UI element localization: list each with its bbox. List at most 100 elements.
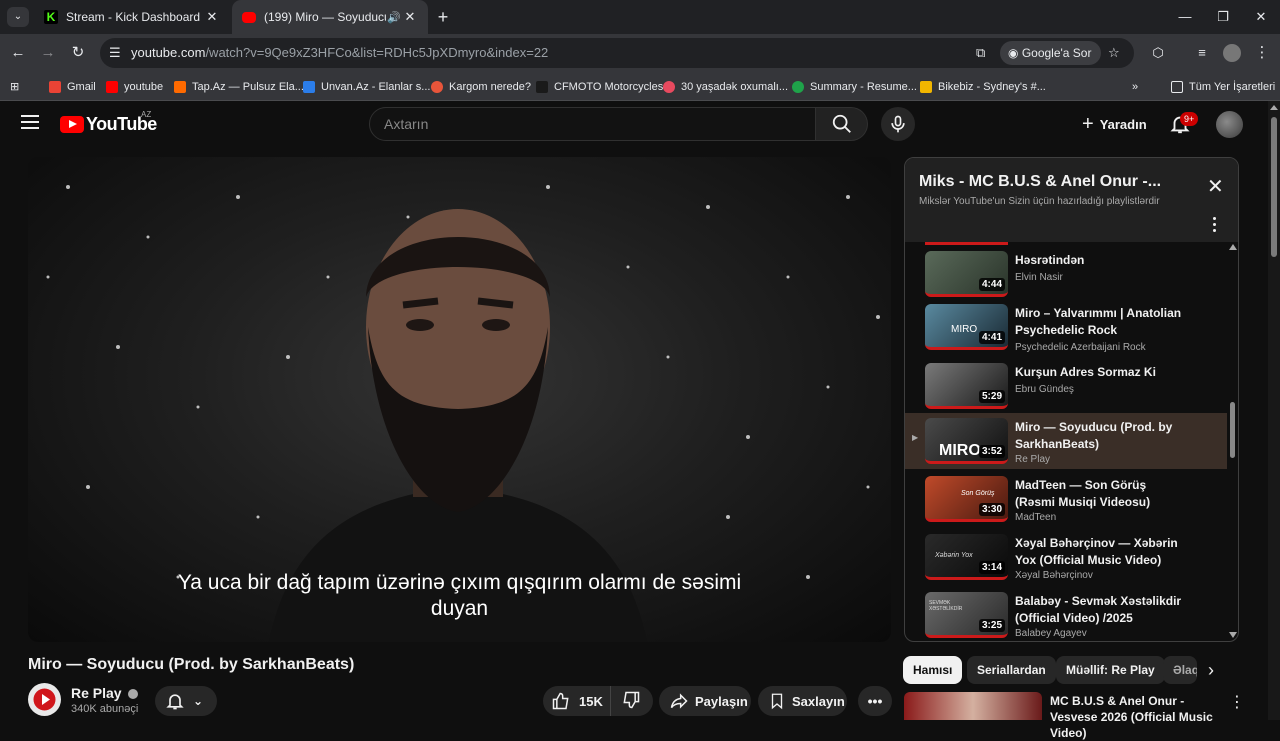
video-thumbnail: 5:29 bbox=[925, 363, 1008, 409]
playlist-item[interactable]: Son Görüş 3:30 MadTeen — Son Görüş (Rəsmi… bbox=[905, 471, 1227, 527]
close-tab-icon[interactable]: ✕ bbox=[402, 9, 418, 25]
search-button[interactable] bbox=[816, 107, 868, 141]
apps-grid-icon[interactable]: ⊞ bbox=[10, 78, 19, 95]
extensions-icon[interactable]: ⬡ bbox=[1146, 41, 1170, 65]
minimize-window-icon[interactable]: — bbox=[1166, 0, 1204, 34]
forward-arrow-icon[interactable]: → bbox=[36, 41, 60, 65]
bookmark-youtube[interactable]: youtube bbox=[106, 78, 163, 95]
chip-author[interactable]: Müəllif: Re Play bbox=[1056, 656, 1165, 684]
reload-icon[interactable]: ↻ bbox=[66, 41, 90, 65]
youtube-logo[interactable]: YouTube AZ bbox=[60, 110, 157, 135]
bookmark-cfmoto[interactable]: CFMOTO Motorcycles bbox=[536, 78, 663, 95]
audio-playing-icon[interactable]: 🔊 bbox=[386, 11, 402, 24]
cast-icon[interactable]: ⧉ bbox=[976, 45, 985, 61]
youtube-masthead: YouTube AZ +Yaradın 9+ bbox=[0, 101, 1268, 151]
browser-tab-youtube[interactable]: (199) Miro — Soyuducu (Pr 🔊 ✕ bbox=[232, 0, 428, 34]
new-tab-button[interactable]: + bbox=[432, 6, 454, 28]
video-thumbnail: Xəbərin Yox 3:14 bbox=[925, 534, 1008, 580]
channel-name[interactable]: Re Play bbox=[71, 685, 139, 701]
subscription-bell-button[interactable]: ⌄ bbox=[155, 686, 217, 716]
bookmark-star-icon[interactable]: ☆ bbox=[1108, 45, 1120, 61]
more-bookmarks-icon[interactable]: » bbox=[1132, 78, 1138, 95]
playlist-item-now-playing[interactable]: ▶ MIRO 3:52 Miro — Soyuducu (Prod. by Sar… bbox=[905, 413, 1227, 469]
channel-avatar[interactable] bbox=[28, 683, 61, 716]
scroll-up-arrow-icon[interactable] bbox=[1270, 105, 1278, 110]
youtube-icon bbox=[106, 80, 118, 93]
playlist-menu-icon[interactable] bbox=[1213, 217, 1217, 235]
all-bookmarks-folder[interactable]: Tüm Yer İşaretleri bbox=[1171, 78, 1275, 95]
replay-logo-icon bbox=[33, 688, 56, 711]
google-lens-button[interactable]: ◉ Google'a Sor bbox=[1000, 41, 1102, 65]
save-button[interactable]: Saxlayın bbox=[758, 686, 847, 716]
bookmark-gmail[interactable]: Gmail bbox=[49, 78, 96, 95]
tab-title: Stream - Kick Dashboard bbox=[66, 10, 201, 24]
back-arrow-icon[interactable]: ← bbox=[6, 41, 30, 65]
playlist-item[interactable]: SEVMƏK XƏSTƏLİKDİR 3:25 Balabəy - Sevmək … bbox=[905, 587, 1227, 641]
chip-related[interactable]: Əlaq bbox=[1163, 656, 1197, 684]
recommendation-menu-icon[interactable]: ⋮ bbox=[1229, 692, 1245, 712]
dislike-button[interactable] bbox=[611, 690, 641, 713]
bookmark-30-yasadek[interactable]: 30 yaşadək oxumalı... bbox=[663, 78, 788, 95]
browser-menu-icon[interactable]: ⋮ bbox=[1250, 41, 1274, 65]
chip-series[interactable]: Seriallardan bbox=[967, 656, 1056, 684]
close-tab-icon[interactable]: ✕ bbox=[204, 9, 220, 25]
scrollbar-thumb[interactable] bbox=[1230, 402, 1235, 458]
page-scrollbar[interactable] bbox=[1268, 101, 1280, 720]
search-icon bbox=[832, 114, 851, 133]
playlist-title[interactable]: Miks - MC B.U.S & Anel Onur -... bbox=[919, 173, 1161, 191]
search-box bbox=[369, 107, 816, 141]
account-avatar[interactable] bbox=[1216, 111, 1243, 138]
share-button[interactable]: Paylaşın bbox=[659, 686, 751, 716]
bikebiz-icon bbox=[920, 80, 932, 93]
video-thumbnail: MIRO 4:41 bbox=[925, 304, 1008, 350]
thumbs-down-icon bbox=[623, 691, 640, 708]
bookmark-summary[interactable]: Summary - Resume... bbox=[792, 78, 917, 95]
hamburger-menu-icon[interactable] bbox=[21, 115, 39, 133]
playlist-scrollbar[interactable] bbox=[1228, 242, 1238, 641]
bookmark-tapaz[interactable]: Tap.Az — Pulsuz Ela... bbox=[174, 78, 304, 95]
chip-all[interactable]: Hamısı bbox=[903, 656, 963, 684]
media-controls-icon[interactable]: ≡ bbox=[1190, 41, 1214, 65]
playlist-item[interactable]: MIRO 4:41 Miro – Yalvarımmı | Anatolian P… bbox=[905, 299, 1227, 355]
scrollbar-thumb[interactable] bbox=[1271, 117, 1277, 257]
video-thumbnail: Son Görüş 3:30 bbox=[925, 476, 1008, 522]
maximize-window-icon[interactable]: ❐ bbox=[1204, 0, 1242, 34]
microphone-icon bbox=[891, 115, 905, 133]
video-player[interactable]: Ya uca bir dağ tapım üzərinə çıxım qışqı… bbox=[28, 157, 891, 642]
playlist-item[interactable]: 4:44 Həsrətindən Elvin Nasir bbox=[905, 246, 1227, 302]
playlist-item[interactable]: 5:29 Kurşun Adres Sormaz Ki Ebru Gündeş bbox=[905, 358, 1227, 414]
more-actions-icon[interactable]: ••• bbox=[858, 686, 892, 716]
subscriber-count: 340K abunəçi bbox=[71, 703, 139, 715]
tab-title: (199) Miro — Soyuducu (Pr bbox=[264, 10, 386, 24]
folder-icon bbox=[1171, 80, 1183, 93]
like-dislike-group: 15K bbox=[543, 686, 653, 716]
browser-tab-kick[interactable]: K Stream - Kick Dashboard ✕ bbox=[34, 0, 230, 34]
bookmark-unvan[interactable]: Unvan.Az - Elanlar s... bbox=[303, 78, 430, 95]
like-button[interactable]: 15K bbox=[543, 686, 611, 716]
video-title: Miro — Soyuducu (Prod. by SarkhanBeats) bbox=[28, 656, 355, 673]
close-window-icon[interactable]: ✕ bbox=[1242, 0, 1280, 34]
bookmark-bikebiz[interactable]: Bikebiz - Sydney's #... bbox=[920, 78, 1046, 95]
close-playlist-icon[interactable]: ✕ bbox=[1207, 177, 1224, 197]
video-thumbnail: 4:44 bbox=[925, 251, 1008, 297]
playlist-item[interactable]: Xəbərin Yox 3:14 Xəyal Bəhərçinov — Xəbər… bbox=[905, 529, 1227, 585]
bell-icon bbox=[166, 694, 184, 710]
site-info-icon[interactable]: ☰ bbox=[109, 45, 121, 61]
scroll-up-arrow-icon[interactable] bbox=[1229, 244, 1237, 250]
recommendation-title[interactable]: MC B.U.S & Anel Onur - Vesvese 2026 (Off… bbox=[1050, 693, 1225, 741]
recommendation-thumbnail[interactable] bbox=[904, 692, 1042, 720]
chips-next-chevron-icon[interactable]: › bbox=[1208, 660, 1214, 681]
profile-avatar[interactable] bbox=[1220, 41, 1244, 65]
address-bar[interactable]: ☰ youtube.com/watch?v=9Qe9xZ3HFCo&list=R… bbox=[100, 38, 1134, 68]
url-text[interactable]: youtube.com/watch?v=9Qe9xZ3HFCo&list=RDH… bbox=[131, 45, 548, 60]
bookmark-kargom[interactable]: Kargom nerede? bbox=[431, 78, 531, 95]
plus-icon: + bbox=[1082, 112, 1094, 135]
share-arrow-icon bbox=[670, 693, 688, 709]
tab-search-button[interactable]: ⌄ bbox=[7, 7, 29, 27]
subtitle-caption: Ya uca bir dağ tapım üzərinə çıxım qışqı… bbox=[177, 571, 742, 620]
bookmark-save-icon bbox=[771, 693, 783, 710]
voice-search-button[interactable] bbox=[881, 107, 915, 141]
create-button[interactable]: + Yaradın bbox=[1070, 109, 1159, 139]
scroll-down-arrow-icon[interactable] bbox=[1229, 632, 1237, 638]
search-input[interactable] bbox=[384, 116, 804, 132]
